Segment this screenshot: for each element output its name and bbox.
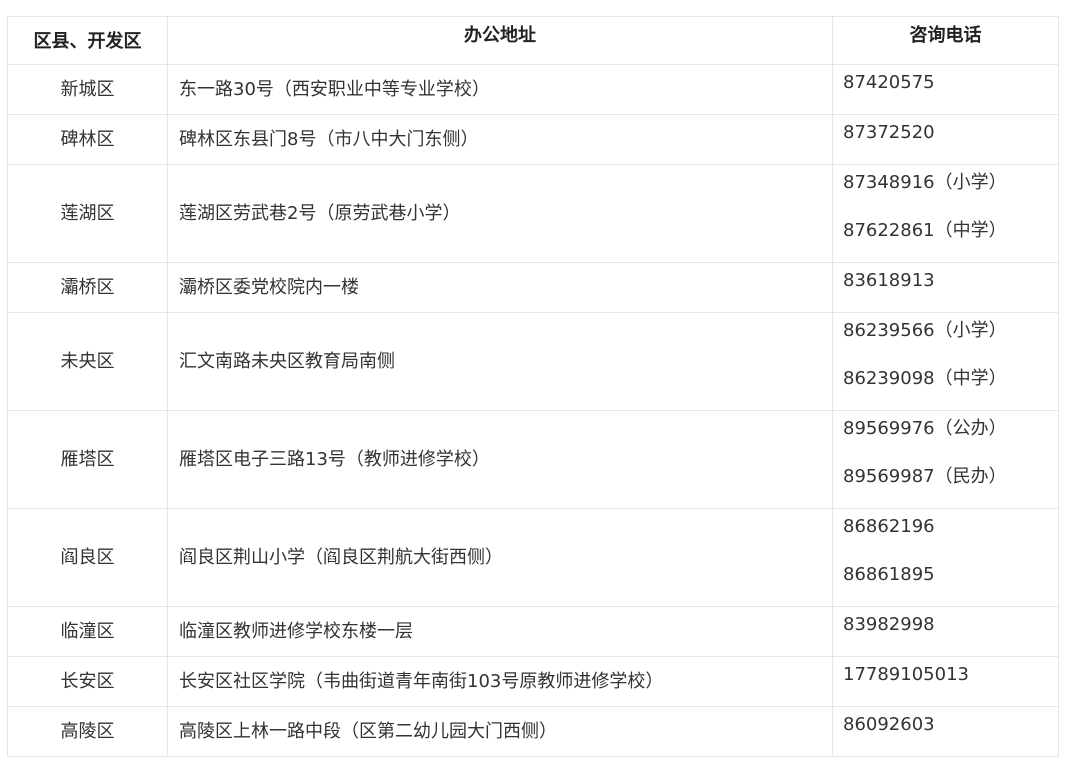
table-row: 新城区 东一路30号（西安职业中等专业学校） 87420575 bbox=[7, 64, 1059, 115]
table-row: 长安区 长安区社区学院（韦曲街道青年南街103号原教师进修学校） 177891050… bbox=[7, 656, 1059, 707]
district-cell: 新城区 bbox=[7, 64, 168, 115]
phone-number: 86861895 bbox=[843, 564, 935, 585]
phone-number: 89569976（公办） bbox=[843, 418, 1007, 439]
phone-cell: 87348916（小学） 87622861（中学） bbox=[832, 164, 1059, 263]
phone-cell: 87420575 bbox=[832, 64, 1059, 115]
phone-cell: 89569976（公办） 89569987（民办） bbox=[832, 410, 1059, 509]
district-cell: 未央区 bbox=[7, 312, 168, 411]
district-cell: 雁塔区 bbox=[7, 410, 168, 509]
table-body: 新城区 东一路30号（西安职业中等专业学校） 87420575 碑林区 碑林区东县门8号… bbox=[7, 64, 1059, 757]
phone-cell: 83618913 bbox=[832, 262, 1059, 313]
phone-cell: 86239566（小学） 86239098（中学） bbox=[832, 312, 1059, 411]
phone-number: 86239566（小学） bbox=[843, 320, 1007, 341]
table-header-row: 区县、开发区 办公地址 咨询电话 bbox=[7, 16, 1059, 65]
phone-number: 87420575 bbox=[843, 72, 935, 93]
phone-cell: 86092603 bbox=[832, 706, 1059, 757]
address-cell: 汇文南路未央区教育局南侧 bbox=[167, 312, 833, 411]
district-cell: 灞桥区 bbox=[7, 262, 168, 313]
table-row: 灞桥区 灞桥区委党校院内一楼 83618913 bbox=[7, 262, 1059, 313]
district-cell: 莲湖区 bbox=[7, 164, 168, 263]
phone-number: 86092603 bbox=[843, 714, 935, 735]
phone-cell: 86862196 86861895 bbox=[832, 508, 1059, 607]
phone-cell: 83982998 bbox=[832, 606, 1059, 657]
address-cell: 阎良区荆山小学（阎良区荆航大街西侧） bbox=[167, 508, 833, 607]
district-cell: 碑林区 bbox=[7, 114, 168, 165]
phone-number: 87372520 bbox=[843, 122, 935, 143]
phone-cell: 87372520 bbox=[832, 114, 1059, 165]
table-row: 未央区 汇文南路未央区教育局南侧 86239566（小学） 86239098（中学） bbox=[7, 312, 1059, 411]
district-cell: 临潼区 bbox=[7, 606, 168, 657]
address-cell: 临潼区教师进修学校东楼一层 bbox=[167, 606, 833, 657]
address-cell: 东一路30号（西安职业中等专业学校） bbox=[167, 64, 833, 115]
phone-number: 86862196 bbox=[843, 516, 935, 537]
header-district: 区县、开发区 bbox=[7, 16, 168, 65]
phone-number: 83618913 bbox=[843, 270, 935, 291]
table-row: 莲湖区 莲湖区劳武巷2号（原劳武巷小学） 87348916（小学） 87622861（… bbox=[7, 164, 1059, 263]
phone-number: 89569987（民办） bbox=[843, 466, 1007, 487]
address-cell: 雁塔区电子三路13号（教师进修学校） bbox=[167, 410, 833, 509]
address-cell: 碑林区东县门8号（市八中大门东侧） bbox=[167, 114, 833, 165]
address-cell: 高陵区上林一路中段（区第二幼儿园大门西侧） bbox=[167, 706, 833, 757]
table-row: 临潼区 临潼区教师进修学校东楼一层 83982998 bbox=[7, 606, 1059, 657]
phone-cell: 17789105013 bbox=[832, 656, 1059, 707]
table-row: 阎良区 阎良区荆山小学（阎良区荆航大街西侧） 86862196 86861895 bbox=[7, 508, 1059, 607]
district-contact-table: 区县、开发区 办公地址 咨询电话 新城区 东一路30号（西安职业中等专业学校） 87… bbox=[7, 16, 1059, 757]
phone-number: 87622861（中学） bbox=[843, 220, 1007, 241]
header-phone: 咨询电话 bbox=[832, 16, 1059, 65]
district-cell: 阎良区 bbox=[7, 508, 168, 607]
phone-number: 87348916（小学） bbox=[843, 172, 1007, 193]
address-cell: 灞桥区委党校院内一楼 bbox=[167, 262, 833, 313]
district-cell: 高陵区 bbox=[7, 706, 168, 757]
table-row: 高陵区 高陵区上林一路中段（区第二幼儿园大门西侧） 86092603 bbox=[7, 706, 1059, 757]
district-cell: 长安区 bbox=[7, 656, 168, 707]
phone-number: 86239098（中学） bbox=[843, 368, 1007, 389]
table-row: 碑林区 碑林区东县门8号（市八中大门东侧） 87372520 bbox=[7, 114, 1059, 165]
table-row: 雁塔区 雁塔区电子三路13号（教师进修学校） 89569976（公办） 8956998… bbox=[7, 410, 1059, 509]
phone-number: 83982998 bbox=[843, 614, 935, 635]
address-cell: 长安区社区学院（韦曲街道青年南街103号原教师进修学校） bbox=[167, 656, 833, 707]
header-address: 办公地址 bbox=[167, 16, 833, 65]
phone-number: 17789105013 bbox=[843, 664, 969, 685]
address-cell: 莲湖区劳武巷2号（原劳武巷小学） bbox=[167, 164, 833, 263]
